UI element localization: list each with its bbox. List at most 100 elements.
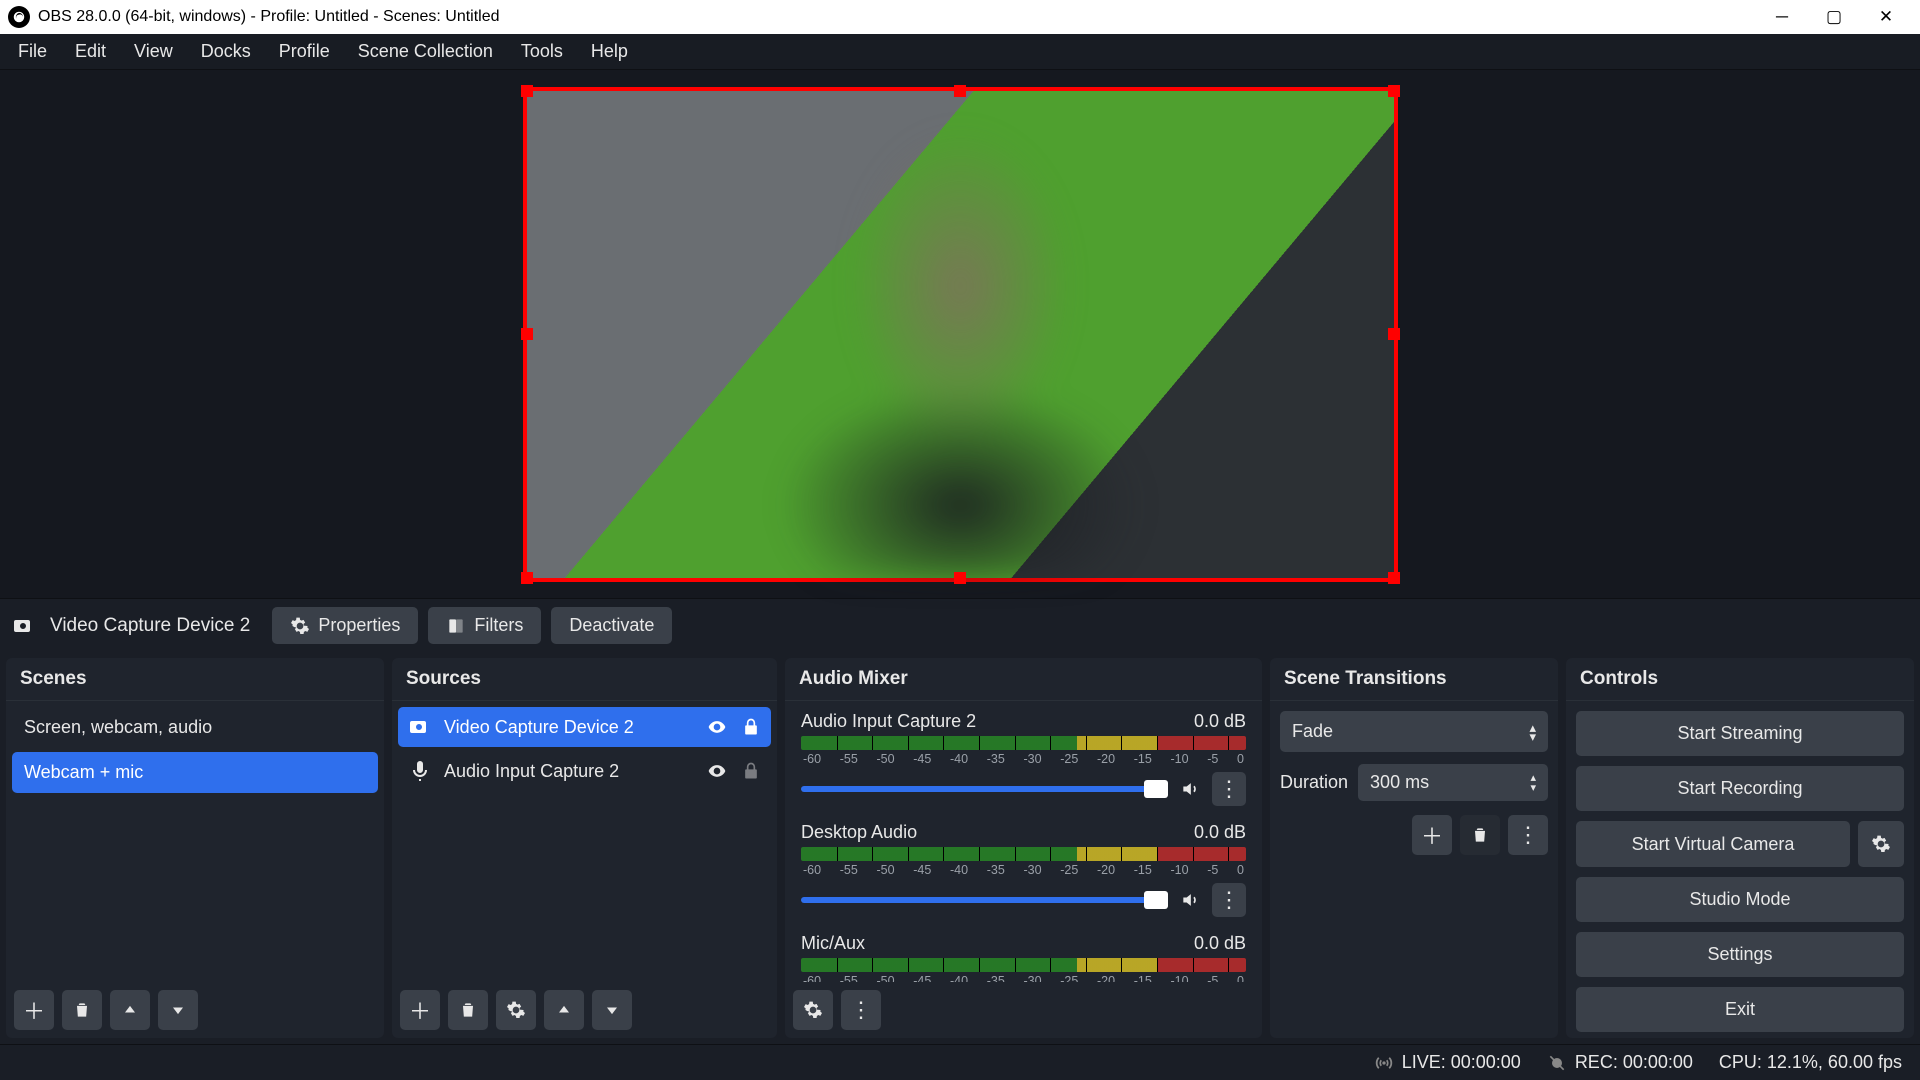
deactivate-button[interactable]: Deactivate xyxy=(551,607,672,644)
rec-status: REC: 00:00:00 xyxy=(1575,1052,1693,1073)
start-virtual-camera-button[interactable]: Start Virtual Camera xyxy=(1576,821,1850,867)
duration-label: Duration xyxy=(1280,772,1348,793)
channel-name: Desktop Audio xyxy=(801,822,917,843)
transition-add-button[interactable]: ＋ xyxy=(1412,815,1452,855)
channel-menu-button[interactable]: ⋮ xyxy=(1212,772,1246,806)
speaker-icon[interactable] xyxy=(1180,890,1200,910)
window-titlebar: OBS 28.0.0 (64-bit, windows) - Profile: … xyxy=(0,0,1920,34)
menu-view[interactable]: View xyxy=(120,35,187,68)
spinner-arrows-icon: ▴▾ xyxy=(1530,773,1536,793)
lock-toggle[interactable] xyxy=(741,717,761,737)
start-streaming-button[interactable]: Start Streaming xyxy=(1576,711,1904,756)
speaker-icon[interactable] xyxy=(1180,779,1200,799)
visibility-toggle[interactable] xyxy=(707,717,727,737)
channel-menu-button[interactable]: ⋮ xyxy=(1212,883,1246,917)
controls-header: Controls xyxy=(1566,658,1914,701)
scene-item[interactable]: Screen, webcam, audio xyxy=(12,707,378,748)
resize-handle-tl[interactable] xyxy=(521,85,533,97)
resize-handle-r[interactable] xyxy=(1388,328,1400,340)
preview-canvas[interactable] xyxy=(0,70,1920,598)
meter-ticks: -60-55-50-45-40-35-30-25-20-15-10-50 xyxy=(801,974,1246,982)
scene-move-up-button[interactable] xyxy=(110,990,150,1030)
menu-bar: FileEditViewDocksProfileScene Collection… xyxy=(0,34,1920,70)
audio-meter xyxy=(801,847,1246,861)
camera-icon xyxy=(408,715,432,739)
resize-handle-bl[interactable] xyxy=(521,572,533,584)
mixer-channel: Desktop Audio0.0 dB-60-55-50-45-40-35-30… xyxy=(791,816,1256,923)
transition-menu-button[interactable]: ⋮ xyxy=(1508,815,1548,855)
volume-slider[interactable] xyxy=(801,897,1168,903)
source-move-down-button[interactable] xyxy=(592,990,632,1030)
duration-spinner[interactable]: 300 ms ▴▾ xyxy=(1358,764,1548,801)
properties-button[interactable]: Properties xyxy=(272,607,418,644)
menu-scene-collection[interactable]: Scene Collection xyxy=(344,35,507,68)
menu-help[interactable]: Help xyxy=(577,35,642,68)
resize-handle-br[interactable] xyxy=(1388,572,1400,584)
mixer-channel: Mic/Aux 0.0 dB -60-55-50-45-40-35-30-25-20… xyxy=(791,927,1256,982)
chevron-updown-icon: ▴▾ xyxy=(1529,723,1536,741)
scene-item[interactable]: Webcam + mic xyxy=(12,752,378,793)
mixer-menu-button[interactable]: ⋮ xyxy=(841,990,881,1030)
lock-toggle[interactable] xyxy=(741,761,761,781)
menu-profile[interactable]: Profile xyxy=(265,35,344,68)
meter-ticks: -60-55-50-45-40-35-30-25-20-15-10-50 xyxy=(801,752,1246,766)
source-remove-button[interactable] xyxy=(448,990,488,1030)
menu-tools[interactable]: Tools xyxy=(507,35,577,68)
transition-remove-button[interactable] xyxy=(1460,815,1500,855)
channel-db: 0.0 dB xyxy=(1194,711,1246,732)
transition-select[interactable]: Fade ▴▾ xyxy=(1280,711,1548,752)
scenes-header: Scenes xyxy=(6,658,384,701)
window-title: OBS 28.0.0 (64-bit, windows) - Profile: … xyxy=(38,8,500,26)
audio-meter xyxy=(801,958,1246,972)
filters-button[interactable]: Filters xyxy=(428,607,541,644)
live-status: LIVE: 00:00:00 xyxy=(1402,1052,1521,1073)
start-recording-button[interactable]: Start Recording xyxy=(1576,766,1904,811)
audio-mixer-panel: Audio Mixer Audio Input Capture 2 0.0 dB -… xyxy=(785,658,1262,1038)
source-move-up-button[interactable] xyxy=(544,990,584,1030)
filters-icon xyxy=(446,616,466,636)
exit-button[interactable]: Exit xyxy=(1576,987,1904,1032)
status-bar: LIVE: 00:00:00 REC: 00:00:00 CPU: 12.1%,… xyxy=(0,1044,1920,1080)
meter-ticks: -60-55-50-45-40-35-30-25-20-15-10-50 xyxy=(801,863,1246,877)
scene-add-button[interactable]: ＋ xyxy=(14,990,54,1030)
settings-button[interactable]: Settings xyxy=(1576,932,1904,977)
virtual-camera-settings-button[interactable] xyxy=(1858,821,1904,867)
channel-name: Mic/Aux xyxy=(801,933,865,954)
source-item[interactable]: Audio Input Capture 2 xyxy=(398,751,771,791)
cpu-status: CPU: 12.1%, 60.00 fps xyxy=(1719,1052,1902,1073)
source-item[interactable]: Video Capture Device 2 xyxy=(398,707,771,747)
selected-source-bounds[interactable] xyxy=(523,87,1398,582)
source-properties-button[interactable] xyxy=(496,990,536,1030)
transitions-header: Scene Transitions xyxy=(1270,658,1558,701)
record-icon xyxy=(1547,1053,1567,1073)
mic-icon xyxy=(408,759,432,783)
studio-mode-button[interactable]: Studio Mode xyxy=(1576,877,1904,922)
resize-handle-b[interactable] xyxy=(954,572,966,584)
transitions-panel: Scene Transitions Fade ▴▾ Duration 300 m… xyxy=(1270,658,1558,1038)
resize-handle-tr[interactable] xyxy=(1388,85,1400,97)
scene-remove-button[interactable] xyxy=(62,990,102,1030)
resize-handle-t[interactable] xyxy=(954,85,966,97)
channel-name: Audio Input Capture 2 xyxy=(801,711,976,732)
menu-edit[interactable]: Edit xyxy=(61,35,120,68)
channel-db: 0.0 dB xyxy=(1194,933,1246,954)
minimize-button[interactable]: ─ xyxy=(1756,0,1808,34)
scenes-panel: Scenes Screen, webcam, audioWebcam + mic… xyxy=(6,658,384,1038)
selected-source-name: Video Capture Device 2 xyxy=(50,615,250,637)
gear-icon xyxy=(290,616,310,636)
source-add-button[interactable]: ＋ xyxy=(400,990,440,1030)
camera-icon xyxy=(12,614,36,638)
menu-docks[interactable]: Docks xyxy=(187,35,265,68)
source-toolbar: Video Capture Device 2 Properties Filter… xyxy=(0,598,1920,652)
maximize-button[interactable]: ▢ xyxy=(1808,0,1860,34)
mixer-header: Audio Mixer xyxy=(785,658,1262,701)
volume-slider[interactable] xyxy=(801,786,1168,792)
sources-panel: Sources Video Capture Device 2Audio Inpu… xyxy=(392,658,777,1038)
resize-handle-l[interactable] xyxy=(521,328,533,340)
scene-move-down-button[interactable] xyxy=(158,990,198,1030)
sources-header: Sources xyxy=(392,658,777,701)
menu-file[interactable]: File xyxy=(4,35,61,68)
visibility-toggle[interactable] xyxy=(707,761,727,781)
close-button[interactable]: ✕ xyxy=(1860,0,1912,34)
mixer-settings-button[interactable] xyxy=(793,990,833,1030)
